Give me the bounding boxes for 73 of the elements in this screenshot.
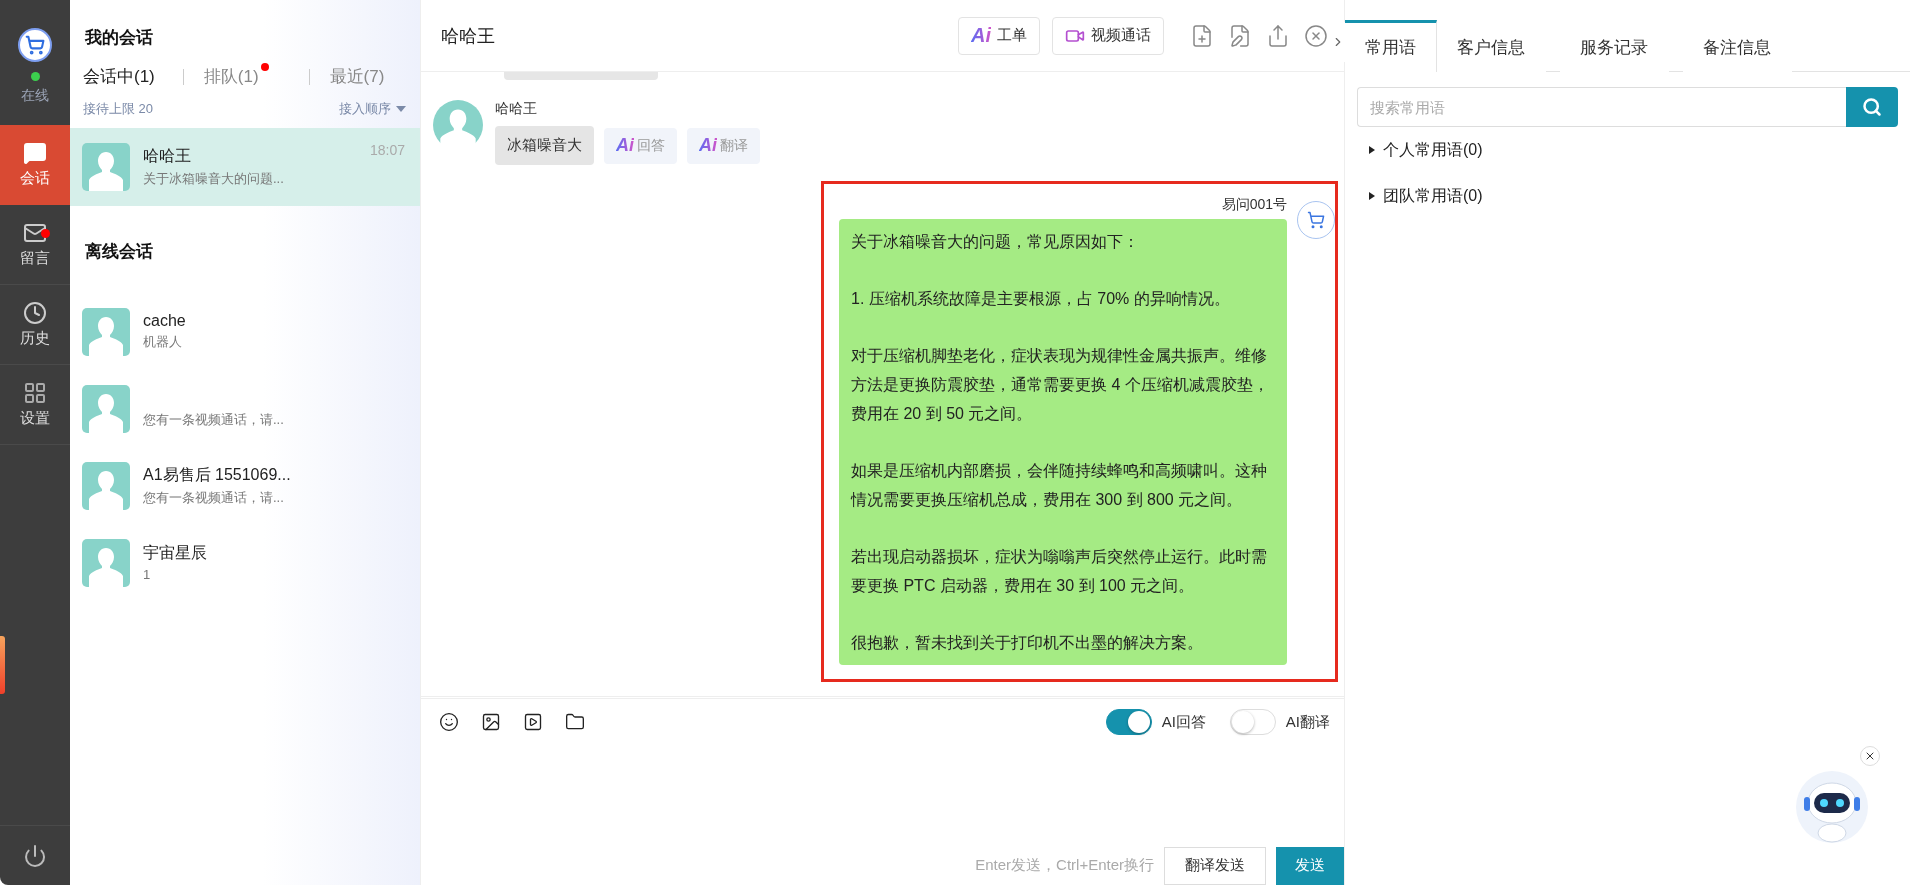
section-title: 离线会话 bbox=[84, 241, 154, 263]
contact-name: 宇宙星辰 bbox=[143, 543, 208, 563]
chat-title: 哈哈王 bbox=[441, 24, 495, 48]
ai-answer-button[interactable]: Ai 回答 bbox=[604, 127, 677, 164]
group-label: 个人常用语(0) bbox=[1383, 139, 1483, 160]
emoji-icon[interactable] bbox=[439, 712, 459, 733]
close-icon bbox=[1864, 750, 1876, 762]
contact-name: A1易售后 1551069... bbox=[143, 464, 292, 485]
message-paragraph: 对于压缩机脚垫老化，症状表现为规律性金属共振声。维修方法是更换防震胶垫，通常需要更换 4 个压缩机减震胶垫，费用在 20 到 50 元之间。 bbox=[851, 346, 1270, 425]
section-title: 我的会话 bbox=[84, 27, 154, 49]
message-paragraph: 若出现启动器损坏，症状为嗡嗡声后突然停止运行。此时需要更换 PTC 启动器，费用在 30 到 100 元之间。 bbox=[851, 547, 1268, 597]
grid-icon bbox=[23, 381, 47, 405]
message-preview: 您有一条视频通话，请... bbox=[143, 410, 285, 429]
message-bubble: 冰箱噪音大 bbox=[495, 126, 594, 166]
message-paragraph: 关于冰箱噪音大的问题，常见原因如下： bbox=[851, 232, 1140, 253]
ticket-button[interactable]: Ai 工单 bbox=[958, 16, 1040, 55]
close-button[interactable] bbox=[1860, 746, 1880, 766]
contact-name: 哈哈王 bbox=[143, 146, 192, 166]
note-add-icon[interactable] bbox=[1190, 23, 1214, 48]
agent-avatar bbox=[1297, 201, 1335, 240]
phrase-group[interactable]: 团队常用语(0) bbox=[1345, 173, 1910, 219]
reception-limit: 接待上限 20 bbox=[83, 100, 154, 118]
conversation-item[interactable]: 哈哈王 关于冰箱噪音大的问题... 18:07 bbox=[70, 128, 420, 206]
message-preview: 1 bbox=[143, 567, 152, 582]
message-paragraph: 很抱歉，暂未找到关于打印机不出墨的解决方案。 bbox=[851, 633, 1204, 654]
conversation-item[interactable]: A1易售后 1551069... 您有一条视频通话，请... bbox=[70, 447, 420, 524]
toggle-label: AI回答 bbox=[1161, 712, 1206, 732]
envelope-icon bbox=[23, 221, 47, 245]
avatar-icon bbox=[82, 384, 130, 433]
share-icon[interactable] bbox=[1266, 23, 1290, 48]
message-time: 18:07 bbox=[369, 142, 405, 158]
clock-icon bbox=[23, 301, 47, 325]
message-paragraph: 如果是压缩机内部磨损，会伴随持续蜂鸣和高频啸叫。这种情况需要更换压缩机总成，费用在 300 到 800 元之间。 bbox=[851, 461, 1268, 511]
translate-send-button[interactable]: 翻译发送 bbox=[1164, 847, 1266, 885]
sender-name: 哈哈王 bbox=[495, 100, 538, 119]
avatar-icon bbox=[433, 100, 483, 151]
send-button[interactable]: 发送 bbox=[1276, 847, 1344, 885]
toggle-switch[interactable] bbox=[1105, 709, 1152, 736]
search-button[interactable] bbox=[1846, 87, 1898, 127]
list-tab[interactable]: 排队(1) bbox=[203, 65, 259, 88]
conversation-item[interactable]: cache 机器人 bbox=[70, 293, 420, 370]
edit-icon[interactable] bbox=[1228, 23, 1252, 48]
conversation-item[interactable]: 宇宙星辰 1 bbox=[70, 524, 420, 601]
cart-logo-icon bbox=[18, 28, 52, 62]
message-paragraph: 1. 压缩机系统故障是主要根源，占 70% 的异响情况。 bbox=[851, 289, 1231, 310]
avatar-icon bbox=[82, 143, 130, 191]
panel-tab[interactable]: 常用语 bbox=[1345, 20, 1437, 72]
avatar-icon bbox=[82, 461, 130, 510]
avatar-icon bbox=[82, 307, 130, 356]
search-field[interactable]: 搜索常用语 bbox=[1357, 87, 1846, 127]
message-preview: 关于冰箱噪音大的问题... bbox=[143, 170, 285, 188]
image-icon[interactable] bbox=[481, 712, 501, 733]
list-tab[interactable]: 会话中(1) bbox=[83, 65, 155, 88]
avatar-icon bbox=[82, 538, 130, 587]
group-label: 团队常用语(0) bbox=[1383, 185, 1483, 206]
message-preview: 机器人 bbox=[143, 333, 183, 351]
power-icon[interactable] bbox=[23, 843, 47, 868]
toggle-label: AI翻译 bbox=[1285, 712, 1330, 732]
sender-name: 易问001号 bbox=[1221, 196, 1287, 215]
video-file-icon[interactable] bbox=[523, 712, 543, 733]
video-call-button[interactable]: 视频通话 bbox=[1052, 16, 1164, 55]
message-preview: 您有一条视频通话，请... bbox=[143, 488, 285, 507]
phrase-group[interactable]: 个人常用语(0) bbox=[1345, 127, 1910, 173]
nav-item[interactable]: 会话 bbox=[0, 125, 70, 205]
search-icon bbox=[1862, 97, 1882, 117]
status-label[interactable]: 在线 bbox=[21, 87, 49, 105]
shortcut-hint: Enter发送，Ctrl+Enter换行 bbox=[975, 856, 1154, 876]
caret-icon bbox=[396, 106, 406, 112]
close-icon[interactable] bbox=[1304, 23, 1328, 48]
conversation-item[interactable]: 您有一条视频通话，请... bbox=[70, 370, 420, 447]
chat-bubble-icon bbox=[23, 141, 47, 165]
ai-translate-button[interactable]: Ai 翻译 bbox=[687, 127, 760, 164]
contact-name: cache bbox=[143, 312, 187, 330]
